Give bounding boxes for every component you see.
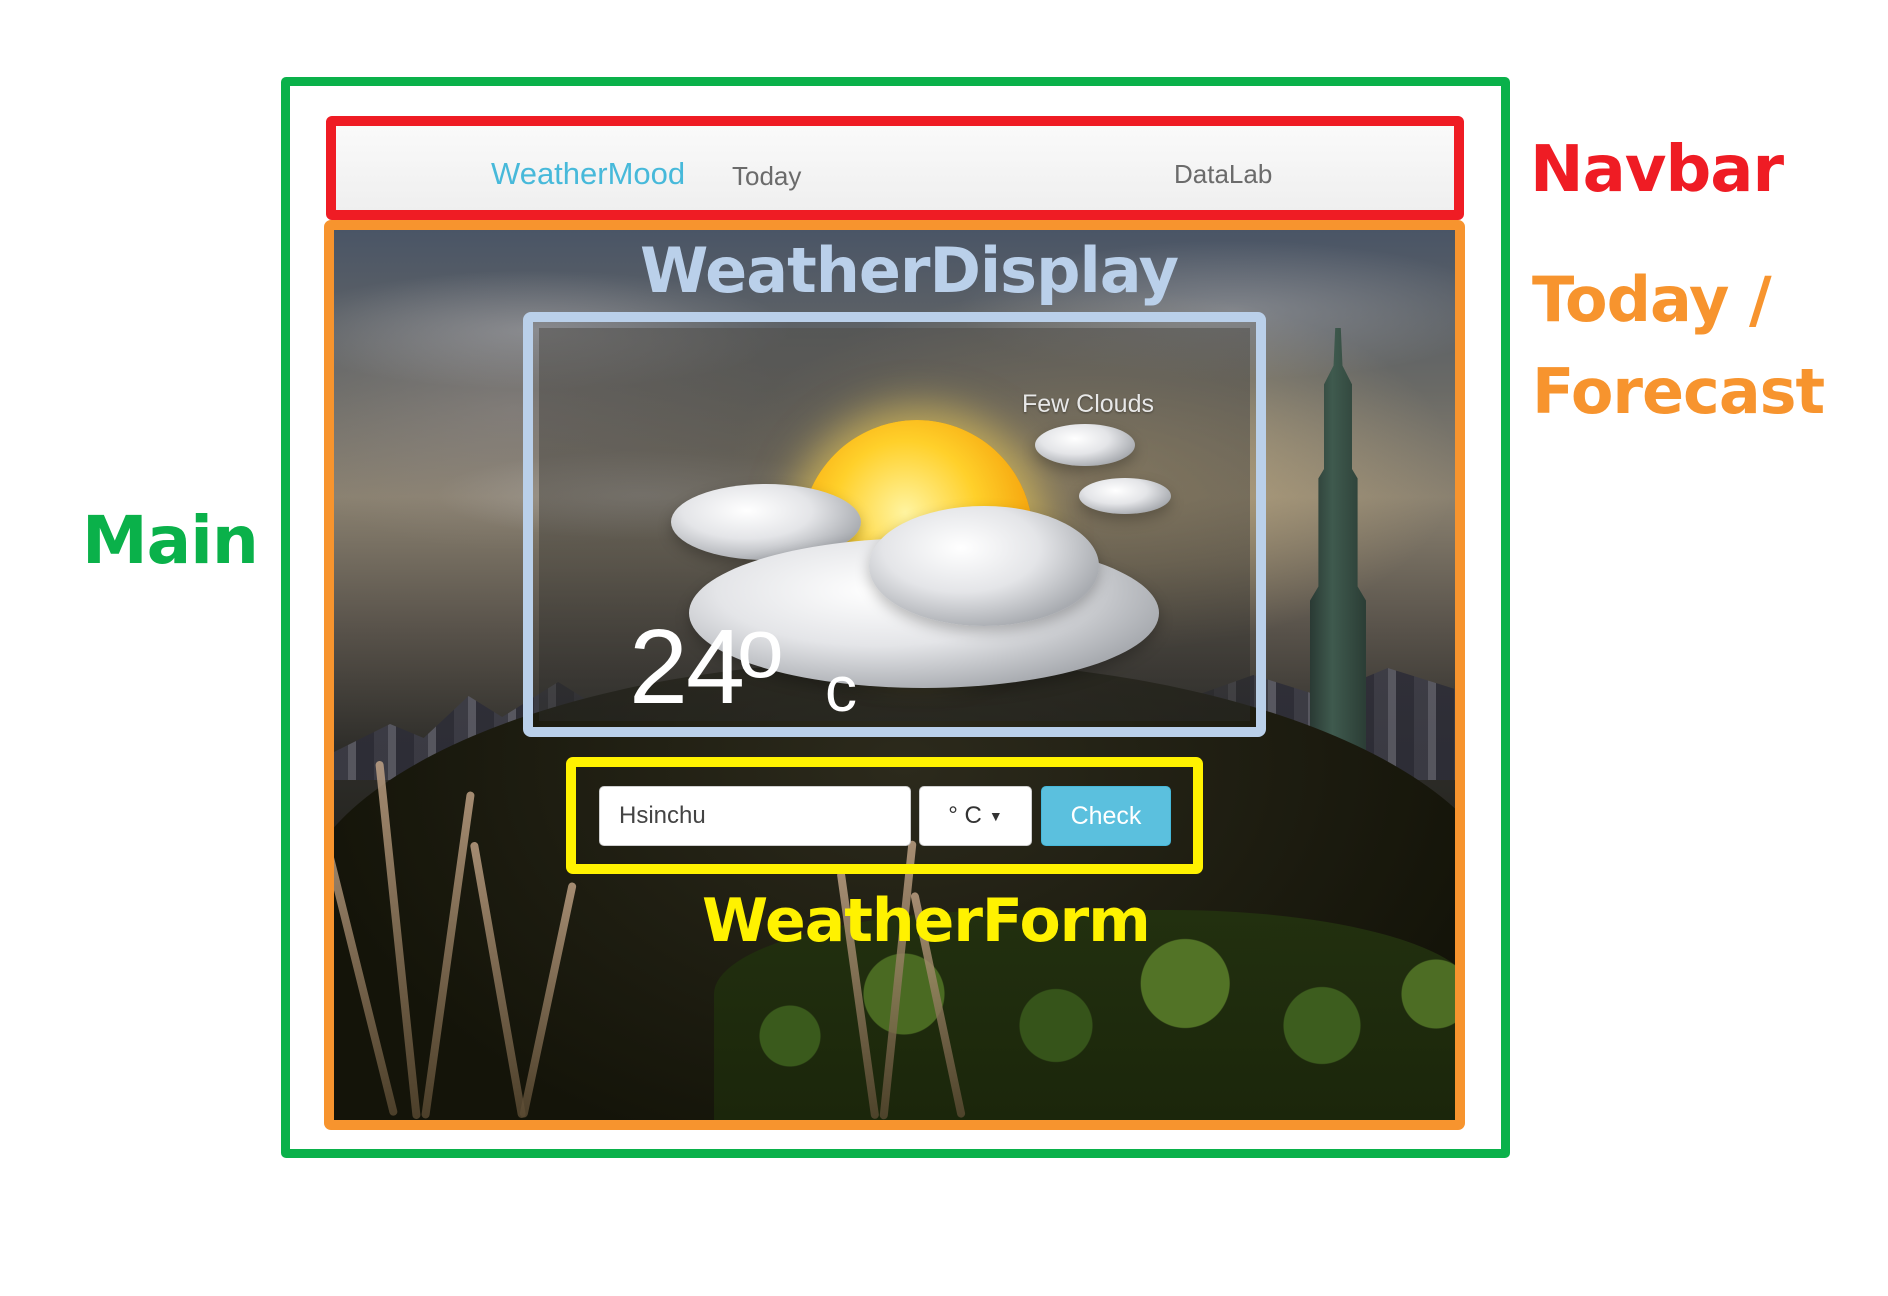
check-button[interactable]: Check: [1041, 786, 1171, 846]
cloud-icon: [1079, 478, 1171, 514]
degree-symbol: o: [737, 601, 784, 695]
navbar-annotation-label: Navbar: [1530, 133, 1784, 207]
today-annotation-label: Today / Forecast: [1532, 263, 1825, 428]
main-annotation-label: Main: [82, 502, 259, 579]
cloud-icon: [1035, 424, 1135, 466]
weather-display: Few Clouds 24 o c: [539, 328, 1250, 721]
annotated-screenshot: Main Navbar Today / Forecast WeatherMood…: [0, 0, 1888, 1296]
weather-form-annotation-label: WeatherForm: [702, 886, 1151, 956]
nav-link-today[interactable]: Today: [732, 161, 801, 192]
skyscraper-icon: [1310, 328, 1366, 798]
weather-form: ° C ▼ Check: [599, 786, 1171, 846]
brand-link[interactable]: WeatherMood: [491, 156, 685, 192]
temperature-unit: c: [825, 653, 857, 721]
unit-dropdown-label: ° C: [948, 802, 982, 829]
nav-link-datalab[interactable]: DataLab: [1174, 159, 1272, 190]
caret-down-icon: ▼: [988, 808, 1003, 824]
unit-dropdown[interactable]: ° C ▼: [919, 786, 1032, 846]
temperature-value: 24: [629, 608, 745, 721]
navbar: WeatherMood Today DataLab: [336, 126, 1454, 210]
weather-display-annotation-label: WeatherDisplay: [640, 234, 1179, 307]
cloud-icon: [869, 506, 1099, 626]
weather-status: Few Clouds: [1022, 390, 1154, 418]
city-input[interactable]: [599, 786, 911, 846]
